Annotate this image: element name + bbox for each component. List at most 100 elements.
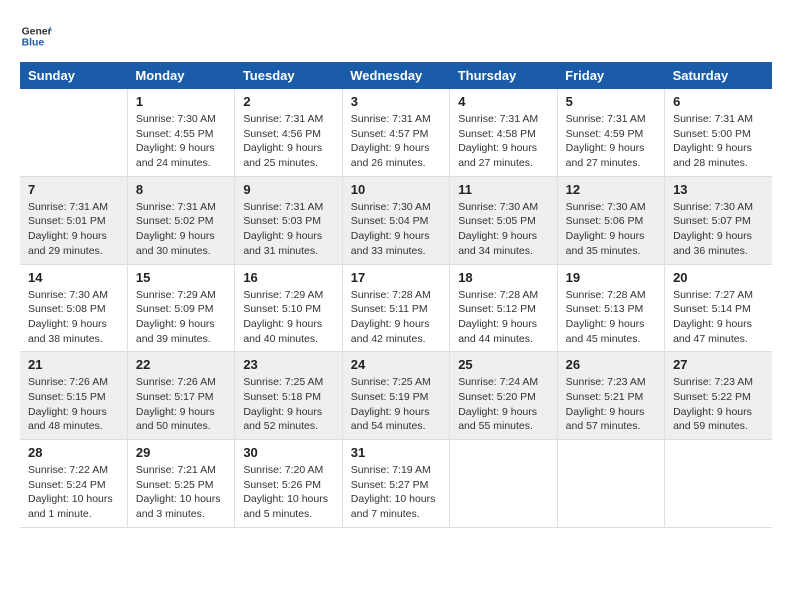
day-number: 10 bbox=[351, 182, 441, 197]
calendar-cell: 10 Sunrise: 7:30 AMSunset: 5:04 PMDayligh… bbox=[342, 176, 449, 264]
day-info: Sunrise: 7:31 AMSunset: 5:02 PMDaylight:… bbox=[136, 200, 226, 259]
day-number: 16 bbox=[243, 270, 333, 285]
calendar-cell: 28 Sunrise: 7:22 AMSunset: 5:24 PMDayligh… bbox=[20, 440, 127, 528]
calendar-cell: 31Sunrise: 7:19 AMSunset: 5:27 PMDayligh… bbox=[342, 440, 449, 528]
day-number: 21 bbox=[28, 357, 119, 372]
calendar-cell: 14Sunrise: 7:30 AMSunset: 5:08 PMDayligh… bbox=[20, 264, 127, 352]
calendar-cell: 2Sunrise: 7:31 AMSunset: 4:56 PMDaylight… bbox=[235, 89, 342, 176]
day-number: 25 bbox=[458, 357, 548, 372]
calendar-cell: 20Sunrise: 7:27 AMSunset: 5:14 PMDayligh… bbox=[665, 264, 772, 352]
calendar-cell: 13 Sunrise: 7:30 AMSunset: 5:07 PMDayligh… bbox=[665, 176, 772, 264]
svg-text:General: General bbox=[22, 26, 52, 37]
day-number: 7 bbox=[28, 182, 119, 197]
calendar-cell: 7 Sunrise: 7:31 AMSunset: 5:01 PMDaylight… bbox=[20, 176, 127, 264]
day-number: 8 bbox=[136, 182, 226, 197]
calendar-cell bbox=[665, 440, 772, 528]
day-number: 31 bbox=[351, 445, 441, 460]
header-tuesday: Tuesday bbox=[235, 62, 342, 89]
day-number: 12 bbox=[566, 182, 656, 197]
page-header: General Blue bbox=[20, 20, 772, 52]
day-number: 27 bbox=[673, 357, 764, 372]
header-row: SundayMondayTuesdayWednesdayThursdayFrid… bbox=[20, 62, 772, 89]
day-number: 28 bbox=[28, 445, 119, 460]
day-info: Sunrise: 7:31 AMSunset: 4:56 PMDaylight:… bbox=[243, 112, 333, 171]
calendar-cell: 8 Sunrise: 7:31 AMSunset: 5:02 PMDaylight… bbox=[127, 176, 234, 264]
day-number: 11 bbox=[458, 182, 548, 197]
day-info: Sunrise: 7:31 AMSunset: 5:00 PMDaylight:… bbox=[673, 112, 764, 171]
day-number: 18 bbox=[458, 270, 548, 285]
day-info: Sunrise: 7:31 AMSunset: 4:57 PMDaylight:… bbox=[351, 112, 441, 171]
calendar-cell: 18 Sunrise: 7:28 AMSunset: 5:12 PMDayligh… bbox=[450, 264, 557, 352]
week-row: 7 Sunrise: 7:31 AMSunset: 5:01 PMDaylight… bbox=[20, 176, 772, 264]
calendar-cell: 21 Sunrise: 7:26 AMSunset: 5:15 PMDayligh… bbox=[20, 352, 127, 440]
calendar-cell bbox=[20, 89, 127, 176]
day-number: 5 bbox=[566, 94, 656, 109]
day-info: Sunrise: 7:31 AMSunset: 5:01 PMDaylight:… bbox=[28, 200, 119, 259]
calendar-body: 1 Sunrise: 7:30 AMSunset: 4:55 PMDaylight… bbox=[20, 89, 772, 527]
calendar-cell: 19 Sunrise: 7:28 AMSunset: 5:13 PMDayligh… bbox=[557, 264, 664, 352]
header-sunday: Sunday bbox=[20, 62, 127, 89]
day-info: Sunrise: 7:25 AMSunset: 5:19 PMDaylight:… bbox=[351, 375, 441, 434]
day-number: 17 bbox=[351, 270, 441, 285]
day-info: Sunrise: 7:30 AMSunset: 5:07 PMDaylight:… bbox=[673, 200, 764, 259]
day-number: 13 bbox=[673, 182, 764, 197]
calendar-cell: 26Sunrise: 7:23 AMSunset: 5:21 PMDayligh… bbox=[557, 352, 664, 440]
calendar-cell: 5 Sunrise: 7:31 AMSunset: 4:59 PMDaylight… bbox=[557, 89, 664, 176]
day-number: 20 bbox=[673, 270, 764, 285]
day-info: Sunrise: 7:30 AMSunset: 5:08 PMDaylight:… bbox=[28, 288, 119, 347]
day-number: 26 bbox=[566, 357, 656, 372]
day-info: Sunrise: 7:26 AMSunset: 5:17 PMDaylight:… bbox=[136, 375, 226, 434]
day-info: Sunrise: 7:31 AMSunset: 4:58 PMDaylight:… bbox=[458, 112, 548, 171]
header-wednesday: Wednesday bbox=[342, 62, 449, 89]
day-info: Sunrise: 7:23 AMSunset: 5:22 PMDaylight:… bbox=[673, 375, 764, 434]
day-info: Sunrise: 7:30 AMSunset: 5:04 PMDaylight:… bbox=[351, 200, 441, 259]
week-row: 14Sunrise: 7:30 AMSunset: 5:08 PMDayligh… bbox=[20, 264, 772, 352]
day-number: 22 bbox=[136, 357, 226, 372]
logo: General Blue bbox=[20, 20, 52, 52]
day-info: Sunrise: 7:26 AMSunset: 5:15 PMDaylight:… bbox=[28, 375, 119, 434]
calendar-cell: 30 Sunrise: 7:20 AMSunset: 5:26 PMDayligh… bbox=[235, 440, 342, 528]
calendar-cell bbox=[450, 440, 557, 528]
day-info: Sunrise: 7:28 AMSunset: 5:12 PMDaylight:… bbox=[458, 288, 548, 347]
header-monday: Monday bbox=[127, 62, 234, 89]
calendar-cell: 4Sunrise: 7:31 AMSunset: 4:58 PMDaylight… bbox=[450, 89, 557, 176]
header-saturday: Saturday bbox=[665, 62, 772, 89]
day-number: 19 bbox=[566, 270, 656, 285]
calendar-cell: 1 Sunrise: 7:30 AMSunset: 4:55 PMDaylight… bbox=[127, 89, 234, 176]
day-number: 24 bbox=[351, 357, 441, 372]
calendar-cell: 16 Sunrise: 7:29 AMSunset: 5:10 PMDayligh… bbox=[235, 264, 342, 352]
day-number: 1 bbox=[136, 94, 226, 109]
day-info: Sunrise: 7:21 AMSunset: 5:25 PMDaylight:… bbox=[136, 463, 226, 522]
day-number: 23 bbox=[243, 357, 333, 372]
day-info: Sunrise: 7:28 AMSunset: 5:11 PMDaylight:… bbox=[351, 288, 441, 347]
day-info: Sunrise: 7:20 AMSunset: 5:26 PMDaylight:… bbox=[243, 463, 333, 522]
day-info: Sunrise: 7:29 AMSunset: 5:10 PMDaylight:… bbox=[243, 288, 333, 347]
header-friday: Friday bbox=[557, 62, 664, 89]
day-number: 30 bbox=[243, 445, 333, 460]
day-info: Sunrise: 7:30 AMSunset: 5:05 PMDaylight:… bbox=[458, 200, 548, 259]
week-row: 28 Sunrise: 7:22 AMSunset: 5:24 PMDayligh… bbox=[20, 440, 772, 528]
day-number: 9 bbox=[243, 182, 333, 197]
calendar-cell: 12 Sunrise: 7:30 AMSunset: 5:06 PMDayligh… bbox=[557, 176, 664, 264]
day-info: Sunrise: 7:30 AMSunset: 5:06 PMDaylight:… bbox=[566, 200, 656, 259]
calendar-header: SundayMondayTuesdayWednesdayThursdayFrid… bbox=[20, 62, 772, 89]
calendar-cell: 29Sunrise: 7:21 AMSunset: 5:25 PMDayligh… bbox=[127, 440, 234, 528]
week-row: 21 Sunrise: 7:26 AMSunset: 5:15 PMDayligh… bbox=[20, 352, 772, 440]
day-info: Sunrise: 7:31 AMSunset: 4:59 PMDaylight:… bbox=[566, 112, 656, 171]
calendar-cell bbox=[557, 440, 664, 528]
header-thursday: Thursday bbox=[450, 62, 557, 89]
day-info: Sunrise: 7:30 AMSunset: 4:55 PMDaylight:… bbox=[136, 112, 226, 171]
week-row: 1 Sunrise: 7:30 AMSunset: 4:55 PMDaylight… bbox=[20, 89, 772, 176]
logo-icon: General Blue bbox=[20, 20, 52, 52]
calendar-cell: 11 Sunrise: 7:30 AMSunset: 5:05 PMDayligh… bbox=[450, 176, 557, 264]
calendar-cell: 6 Sunrise: 7:31 AMSunset: 5:00 PMDaylight… bbox=[665, 89, 772, 176]
day-info: Sunrise: 7:22 AMSunset: 5:24 PMDaylight:… bbox=[28, 463, 119, 522]
calendar-cell: 22 Sunrise: 7:26 AMSunset: 5:17 PMDayligh… bbox=[127, 352, 234, 440]
day-number: 6 bbox=[673, 94, 764, 109]
calendar-cell: 15Sunrise: 7:29 AMSunset: 5:09 PMDayligh… bbox=[127, 264, 234, 352]
day-number: 15 bbox=[136, 270, 226, 285]
calendar-cell: 3Sunrise: 7:31 AMSunset: 4:57 PMDaylight… bbox=[342, 89, 449, 176]
day-info: Sunrise: 7:25 AMSunset: 5:18 PMDaylight:… bbox=[243, 375, 333, 434]
day-info: Sunrise: 7:28 AMSunset: 5:13 PMDaylight:… bbox=[566, 288, 656, 347]
calendar-table: SundayMondayTuesdayWednesdayThursdayFrid… bbox=[20, 62, 772, 528]
